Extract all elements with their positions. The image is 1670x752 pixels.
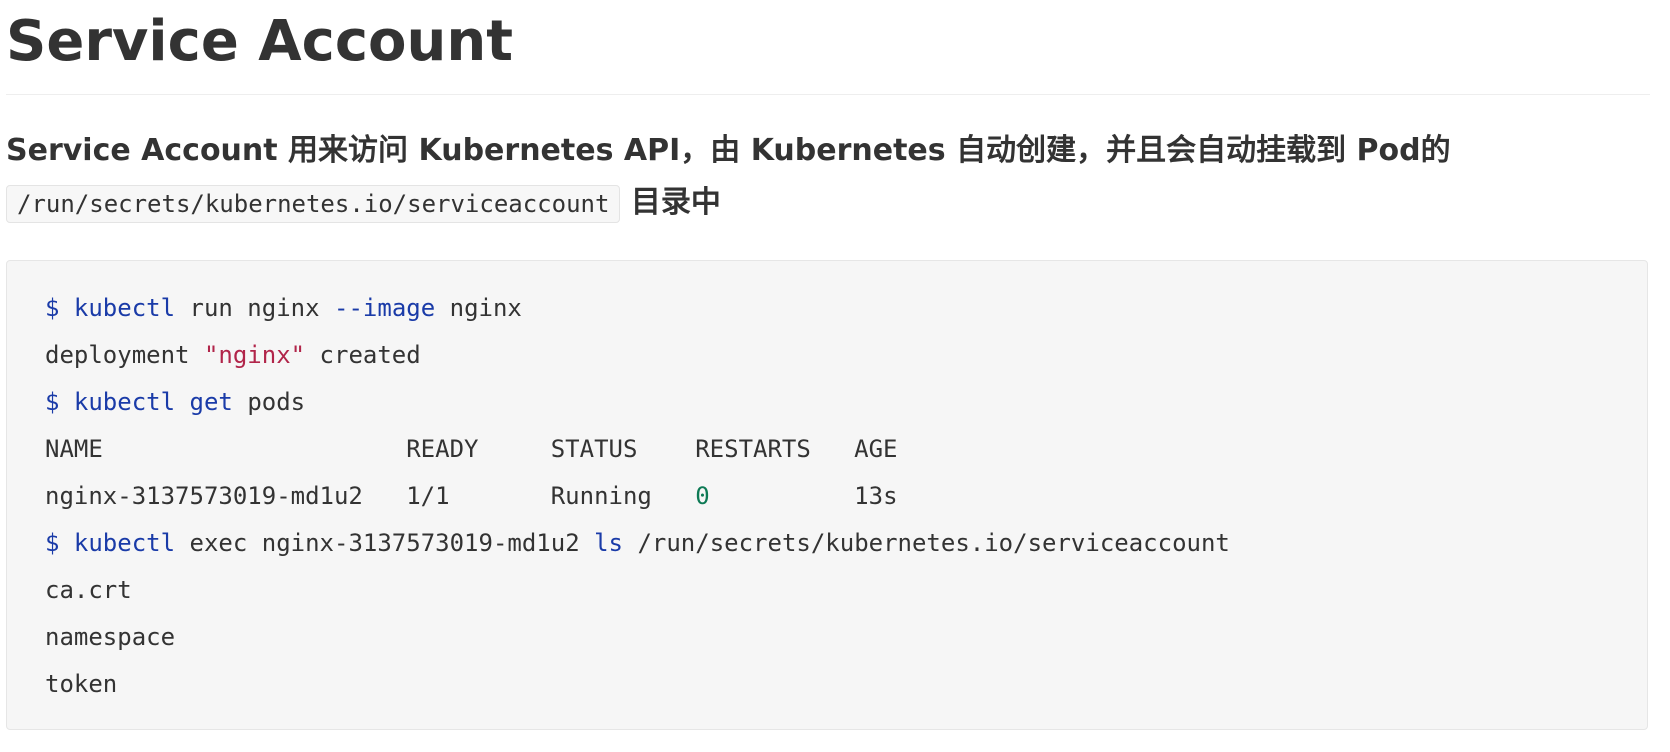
code-line: deployment "nginx" created	[45, 332, 1609, 379]
code-token-plain: token	[45, 670, 118, 698]
code-token-plain: pods	[232, 388, 306, 416]
code-token-kw: ls	[594, 529, 623, 557]
code-token-plain: deployment	[45, 341, 204, 369]
code-line: $ kubectl get pods	[45, 379, 1609, 426]
code-line: $ kubectl exec nginx-3137573019-md1u2 ls…	[45, 520, 1609, 567]
code-token-plain: 13s	[709, 482, 898, 510]
code-line: ca.crt	[45, 567, 1609, 614]
code-line: NAME READY STATUS RESTARTS AGE	[45, 426, 1609, 473]
document-page: Service Account Service Account 用来访问 Kub…	[6, 0, 1650, 730]
inline-code-path: /run/secrets/kubernetes.io/serviceaccoun…	[6, 185, 621, 223]
intro-text-after: 目录中	[630, 185, 721, 220]
code-token-cmd: kubectl	[73, 294, 176, 322]
code-line: nginx-3137573019-md1u2 1/1 Running 0 13s	[45, 473, 1609, 520]
page-title: Service Account	[6, 9, 514, 74]
code-token-str: "nginx"	[203, 341, 306, 369]
code-token-num: 0	[695, 482, 710, 510]
code-token-prompt: $	[45, 388, 74, 416]
code-token-kw: get	[189, 388, 233, 416]
code-token-plain: /run/secrets/kubernetes.io/serviceaccoun…	[623, 529, 1230, 557]
title-divider	[6, 94, 1650, 95]
code-line: namespace	[45, 614, 1609, 661]
code-token-prompt: $	[45, 294, 74, 322]
code-token-plain: namespace	[45, 623, 176, 651]
code-token-kw: --image	[334, 294, 436, 322]
code-token-cmd: kubectl	[73, 529, 176, 557]
intro-paragraph: Service Account 用来访问 Kubernetes API，由 Ku…	[6, 125, 1650, 230]
code-token-plain: nginx	[435, 294, 522, 322]
code-token-prompt: $	[45, 529, 74, 557]
code-token-cmd: kubectl	[73, 388, 176, 416]
code-line: token	[45, 661, 1609, 708]
code-line: $ kubectl run nginx --image nginx	[45, 285, 1609, 332]
code-token-plain: ca.crt	[45, 576, 132, 604]
code-token-plain: exec nginx-3137573019-md1u2	[175, 529, 595, 557]
code-token-plain: created	[305, 341, 421, 369]
code-token-plain: nginx-3137573019-md1u2 1/1 Running	[45, 482, 696, 510]
code-block: $ kubectl run nginx --image nginx deploym…	[6, 260, 1648, 730]
code-token-plain: NAME READY STATUS RESTARTS AGE	[45, 435, 898, 463]
code-token-plain: run nginx	[175, 294, 335, 322]
intro-text: Service Account 用来访问 Kubernetes API，由 Ku…	[6, 133, 1451, 168]
